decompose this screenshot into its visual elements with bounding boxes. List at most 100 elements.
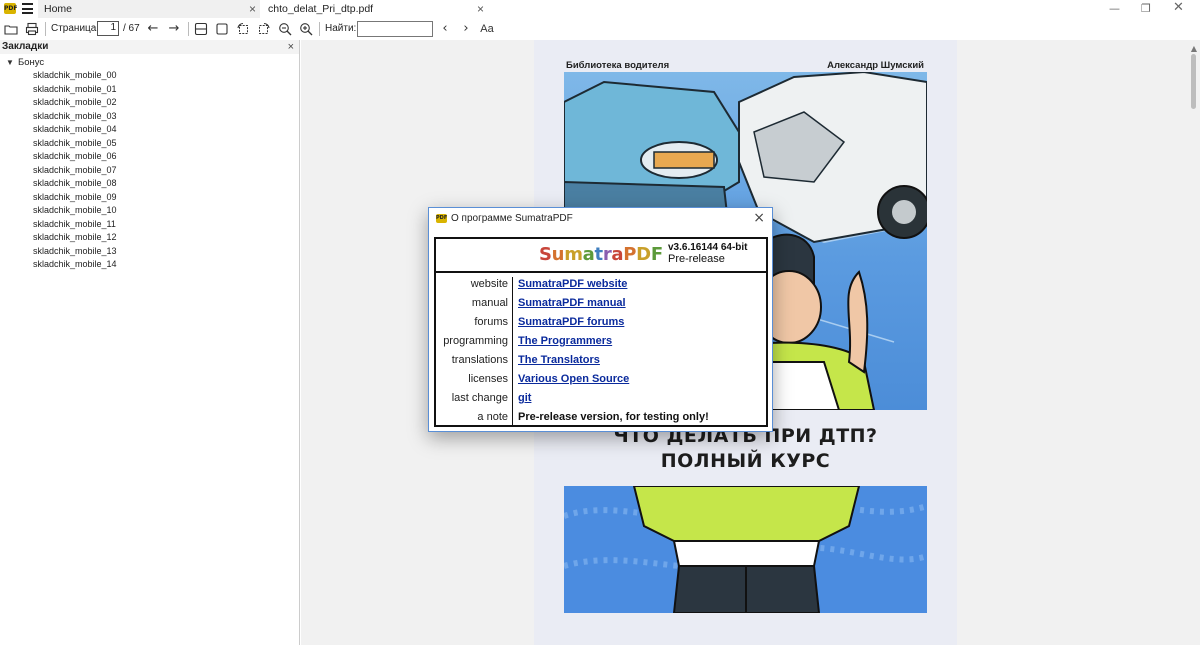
sidebar-title: Закладки: [2, 41, 49, 52]
next-page-icon[interactable]: →: [167, 22, 181, 36]
maximize-icon[interactable]: ❐: [1141, 2, 1151, 15]
about-key: programming: [443, 335, 508, 347]
close-tab-icon[interactable]: ×: [249, 2, 256, 16]
prerelease-text: Pre-release: [668, 253, 725, 265]
translators-link[interactable]: The Translators: [518, 354, 600, 366]
chevron-down-icon[interactable]: ▼: [6, 56, 18, 69]
about-key: licenses: [468, 373, 508, 385]
bookmark-item[interactable]: skladchik_mobile_12: [0, 231, 299, 245]
about-key: translations: [451, 354, 508, 366]
close-dialog-icon[interactable]: ×: [753, 210, 765, 226]
close-tab-icon[interactable]: ×: [477, 2, 484, 16]
page-author-label: Александр Шумский: [827, 60, 924, 71]
about-row-manual: manual SumatraPDF manual: [436, 296, 766, 315]
toolbar-separator: [188, 22, 189, 36]
previous-page-icon[interactable]: ←: [146, 22, 160, 36]
bookmark-item[interactable]: skladchik_mobile_08: [0, 177, 299, 191]
find-previous-icon[interactable]: ‹: [438, 22, 452, 36]
bookmark-item[interactable]: skladchik_mobile_09: [0, 191, 299, 205]
scrollbar-thumb[interactable]: [1191, 54, 1196, 109]
open-folder-icon[interactable]: [4, 22, 18, 36]
page-total: / 67: [123, 23, 140, 34]
bookmark-item[interactable]: skladchik_mobile_02: [0, 96, 299, 110]
bookmark-tree: ▼ Бонус skladchik_mobile_00 skladchik_mob…: [0, 54, 299, 272]
brand-letter: m: [564, 244, 583, 265]
dialog-titlebar[interactable]: PDF О программе SumatraPDF ×: [429, 208, 772, 230]
about-panel: SumatraPDF v3.6.16144 64-bit Pre-release…: [434, 237, 768, 427]
tab-home[interactable]: Home ×: [38, 0, 260, 18]
brand-letter: t: [594, 244, 604, 265]
sumatra-logo-icon: PDF: [4, 3, 18, 14]
about-row-licenses: licenses Various Open Source: [436, 372, 766, 391]
match-case-icon[interactable]: Aa: [480, 22, 494, 36]
scroll-up-icon[interactable]: ▲: [1191, 44, 1197, 53]
page-label: Страница:: [51, 23, 100, 34]
bookmark-item[interactable]: skladchik_mobile_11: [0, 218, 299, 232]
brand-letter: a: [611, 244, 624, 265]
bookmark-root[interactable]: ▼ Бонус: [0, 56, 299, 69]
zoom-in-icon[interactable]: [299, 22, 313, 36]
zoom-out-icon[interactable]: [278, 22, 292, 36]
brand-letter: r: [602, 244, 612, 265]
find-input[interactable]: [357, 21, 433, 37]
page-number-input[interactable]: 1: [97, 21, 119, 36]
about-row-note: a note Pre-release version, for testing …: [436, 410, 766, 429]
about-row-programming: programming The Programmers: [436, 334, 766, 353]
page-series-label: Библиотека водителя: [566, 60, 670, 71]
git-link[interactable]: git: [518, 392, 531, 404]
bookmark-item[interactable]: skladchik_mobile_05: [0, 137, 299, 151]
about-key: website: [470, 278, 508, 290]
bookmark-item[interactable]: skladchik_mobile_00: [0, 69, 299, 83]
tab-home-label: Home: [44, 3, 73, 15]
bookmark-item[interactable]: skladchik_mobile_04: [0, 123, 299, 137]
rotate-right-icon[interactable]: [257, 22, 271, 36]
cover-bottom-illustration: [564, 486, 927, 613]
note-text: Pre-release version, for testing only!: [518, 411, 709, 423]
close-window-icon[interactable]: ✕: [1173, 0, 1184, 15]
bookmark-item[interactable]: skladchik_mobile_07: [0, 164, 299, 178]
toolbar-separator: [45, 22, 46, 36]
tab-bar: PDF Home × chto_delat_Pri_dtp.pdf × — ❐ …: [0, 0, 1200, 18]
licenses-link[interactable]: Various Open Source: [518, 373, 629, 385]
bookmark-item[interactable]: skladchik_mobile_13: [0, 245, 299, 259]
about-row-translations: translations The Translators: [436, 353, 766, 372]
manual-link[interactable]: SumatraPDF manual: [518, 297, 626, 309]
bookmark-item[interactable]: skladchik_mobile_14: [0, 258, 299, 272]
bookmark-item[interactable]: skladchik_mobile_03: [0, 110, 299, 124]
bookmark-item[interactable]: skladchik_mobile_01: [0, 83, 299, 97]
bookmark-root-label: Бонус: [18, 57, 45, 68]
about-key: manual: [471, 297, 508, 309]
brand-letter: F: [650, 244, 663, 265]
forums-link[interactable]: SumatraPDF forums: [518, 316, 624, 328]
print-icon[interactable]: [25, 22, 39, 36]
vertical-scrollbar[interactable]: ▲: [1186, 40, 1200, 645]
brand-letter: S: [539, 244, 552, 265]
tab-document-label: chto_delat_Pri_dtp.pdf: [268, 3, 374, 15]
close-sidebar-icon[interactable]: ×: [288, 40, 294, 54]
about-header: SumatraPDF v3.6.16144 64-bit Pre-release: [436, 239, 766, 273]
about-key: forums: [474, 316, 508, 328]
about-key: last change: [451, 392, 508, 404]
toolbar: Страница: 1 / 67 ← → Найти: ‹ › Aa: [0, 18, 1200, 40]
toolbar-separator: [319, 22, 320, 36]
bookmark-item[interactable]: skladchik_mobile_06: [0, 150, 299, 164]
bookmark-item[interactable]: skladchik_mobile_10: [0, 204, 299, 218]
minimize-icon[interactable]: —: [1109, 2, 1120, 15]
dialog-title: О программе SumatraPDF: [451, 213, 573, 224]
rotate-left-icon[interactable]: [236, 22, 250, 36]
brand-letter: a: [582, 244, 595, 265]
find-next-icon[interactable]: ›: [459, 22, 473, 36]
about-row-last-change: last change git: [436, 391, 766, 410]
sumatrapdf-brand: SumatraPDF: [539, 244, 663, 265]
cover-title-line2: ПОЛНЫЙ КУРС: [660, 450, 831, 472]
single-page-layout-icon[interactable]: [215, 22, 229, 36]
continuous-layout-icon[interactable]: [194, 22, 208, 36]
tab-document[interactable]: chto_delat_Pri_dtp.pdf ×: [262, 0, 488, 18]
about-key: a note: [477, 411, 508, 423]
sumatra-logo-icon: PDF: [436, 214, 448, 223]
website-link[interactable]: SumatraPDF website: [518, 278, 627, 290]
programmers-link[interactable]: The Programmers: [518, 335, 612, 347]
about-row-website: website SumatraPDF website: [436, 277, 766, 296]
menu-hamburger-icon[interactable]: [22, 3, 33, 14]
brand-letter: u: [551, 244, 565, 265]
